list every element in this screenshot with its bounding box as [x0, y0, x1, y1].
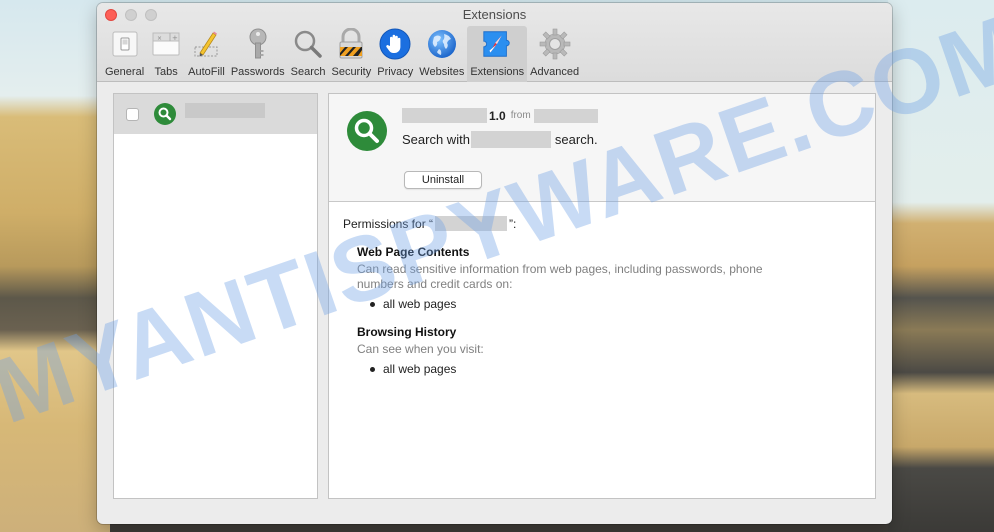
permissions-prefix: Permissions for “ [343, 216, 434, 231]
permission-web-page-contents: Web Page Contents Can read sensitive inf… [357, 245, 865, 311]
permissions-suffix: ”: [509, 216, 517, 231]
preferences-toolbar: General × + Tabs AutoFill Passwords Sear… [102, 26, 582, 82]
permission-heading: Browsing History [357, 325, 457, 339]
tab-websites-label: Websites [419, 66, 465, 78]
enable-extension-checkbox[interactable] [126, 107, 139, 121]
description-suffix: search. [554, 132, 598, 147]
titlebar: Extensions General × + Tabs AutoFill Pas… [97, 3, 892, 82]
svg-text:×: × [157, 35, 162, 42]
padlock-icon [335, 28, 367, 60]
puzzle-compass-icon [481, 28, 513, 60]
tab-search[interactable]: Search [288, 26, 329, 82]
extension-list [113, 93, 318, 499]
extension-name-redacted [185, 102, 265, 118]
pencil-icon [190, 28, 222, 60]
tab-passwords-label: Passwords [230, 66, 285, 78]
extension-description: Search with search. [402, 131, 598, 148]
tab-extensions[interactable]: Extensions [467, 26, 528, 82]
tab-advanced[interactable]: Advanced [527, 26, 582, 82]
extension-detail-panel: 1.0 from Search with search. Uninstall P… [328, 93, 876, 499]
scope-text: all web pages [383, 362, 457, 376]
extension-list-item[interactable] [114, 94, 317, 134]
extension-header: 1.0 from Search with search. Uninstall [329, 94, 875, 202]
green-search-icon [346, 110, 388, 152]
tab-autofill[interactable]: AutoFill [185, 26, 228, 82]
tab-websites[interactable]: Websites [416, 26, 467, 82]
tab-autofill-label: AutoFill [188, 66, 225, 78]
tab-advanced-label: Advanced [530, 66, 580, 78]
tab-passwords[interactable]: Passwords [228, 26, 288, 82]
key-icon [242, 28, 274, 60]
window-title: Extensions [462, 7, 527, 22]
uninstall-button[interactable]: Uninstall [404, 171, 482, 189]
svg-text:+: + [172, 34, 178, 42]
permission-browsing-history: Browsing History Can see when you visit:… [357, 325, 865, 376]
permission-heading: Web Page Contents [357, 245, 470, 259]
tabs-icon: × + [150, 28, 182, 60]
extension-name-line: 1.0 from [402, 108, 598, 123]
permission-description: Can read sensitive information from web … [357, 262, 763, 291]
magnifier-icon [292, 28, 324, 60]
description-prefix: Search with [402, 132, 470, 147]
developer-name-redacted [533, 108, 598, 123]
tab-tabs[interactable]: × + Tabs [147, 26, 185, 82]
permissions-section: Permissions for “ ”: Web Page Contents C… [343, 216, 865, 376]
tab-extensions-label: Extensions [470, 66, 525, 78]
desktop-wallpaper-left [0, 0, 110, 532]
permission-scope-item: all web pages [370, 362, 865, 376]
tab-general[interactable]: General [102, 26, 147, 82]
tab-privacy-label: Privacy [377, 66, 414, 78]
bullet-icon [370, 301, 375, 307]
extension-name-redacted [435, 216, 508, 231]
tab-privacy[interactable]: Privacy [374, 26, 416, 82]
desktop-wallpaper-right [888, 0, 994, 532]
search-name-redacted [470, 131, 551, 148]
tab-tabs-label: Tabs [154, 66, 178, 78]
gear-icon [539, 28, 571, 60]
globe-icon [426, 28, 458, 60]
hand-icon [379, 28, 411, 60]
extension-name-redacted [402, 108, 487, 123]
preferences-window: Extensions General × + Tabs AutoFill Pas… [97, 3, 892, 524]
tab-security[interactable]: Security [328, 26, 374, 82]
green-search-icon [154, 103, 176, 125]
tab-security-label: Security [331, 66, 372, 78]
permissions-title: Permissions for “ ”: [343, 216, 865, 231]
content-area: 1.0 from Search with search. Uninstall P… [97, 83, 892, 524]
from-label: from [510, 110, 531, 121]
tab-search-label: Search [290, 66, 326, 78]
extension-version: 1.0 [489, 108, 506, 123]
scope-text: all web pages [383, 297, 457, 311]
permission-scope-item: all web pages [370, 297, 865, 311]
tab-general-label: General [105, 66, 145, 78]
bullet-icon [370, 366, 375, 372]
general-switch-icon [109, 28, 141, 60]
permission-description: Can see when you visit: [357, 342, 484, 356]
